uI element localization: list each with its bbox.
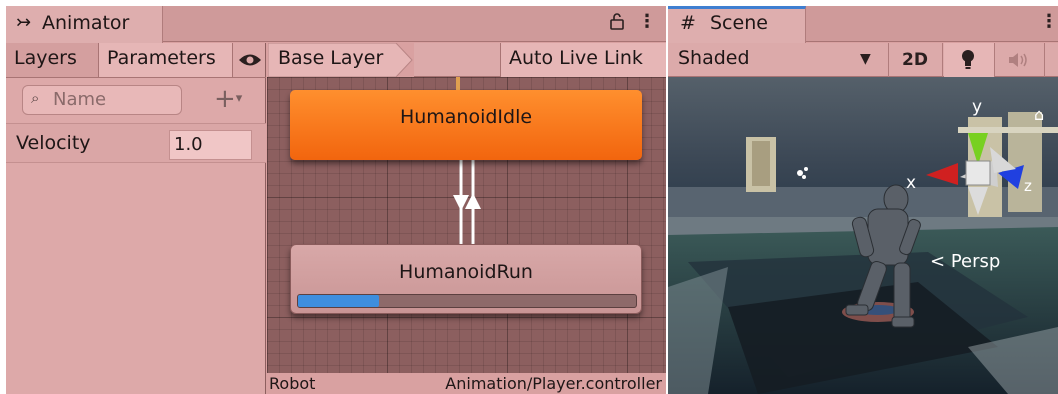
shading-mode-dropdown[interactable]: Shaded ▼ [668,43,884,77]
tab-parameters[interactable]: Parameters [99,43,233,77]
chevron-down-icon: ▼ [860,51,871,67]
scene-tab-label: Scene [710,12,768,34]
parameter-name: Velocity [16,132,91,154]
parameter-row: Velocity 1.0 [6,123,266,163]
status-controller-path: Animation/Player.controller [445,374,662,393]
scene-render [668,112,1058,394]
gizmo-y-label: y [972,97,983,117]
parameters-panel: Layers Parameters ⌕ Name +▾ Velocity 1.0 [6,43,266,394]
toolbar-separator [942,43,943,77]
2d-label: 2D [902,50,928,70]
kebab-menu-icon[interactable]: ⋮ [1040,11,1058,32]
chevron-left-icon: < [930,251,946,272]
lock-icon[interactable] [610,12,624,35]
breadcrumb[interactable]: Base Layer [268,43,414,77]
state-progress-fill [298,295,379,307]
breadcrumb-label: Base Layer [278,47,384,69]
2d-toggle-button[interactable]: 2D [890,43,940,77]
speaker-icon [1009,53,1027,67]
toolbar-separator [1044,43,1045,77]
tab-layers[interactable]: Layers [6,43,99,77]
entry-transition-line [456,77,460,91]
kebab-menu-icon[interactable]: ⋮ [638,11,656,32]
gizmo-z-label: z [1024,177,1032,195]
gizmo-lock-icon[interactable]: ⌂ [1034,105,1044,124]
state-humanoid-run-label: HumanoidRun [399,261,533,283]
toolbar-separator [994,43,995,77]
scene-tab-bar: # Scene ⋮ [668,6,1058,43]
scene-tab[interactable]: # Scene [668,6,806,43]
gizmo-x-label: x [906,173,917,193]
projection-toggle[interactable]: < Persp [930,251,1000,272]
state-humanoid-idle[interactable]: HumanoidIdle [290,90,642,160]
search-input[interactable]: ⌕ Name [22,85,182,115]
tab-divider [6,77,266,78]
animator-icon: ↣ [16,12,32,33]
animator-tab-bar: ↣ Animator ⋮ [6,6,666,43]
tab-layers-label: Layers [14,47,77,69]
plus-icon: + [214,84,236,114]
state-humanoid-run[interactable]: HumanoidRun [290,244,642,314]
projection-label: Persp [950,251,1001,272]
animator-window: ↣ Animator ⋮ Layers Parameters ⌕ Name +▾… [6,6,666,394]
search-icon: ⌕ [31,89,40,107]
transition-arrows[interactable] [447,159,487,249]
status-object: Robot [269,374,316,393]
lightbulb-icon [962,50,974,69]
animator-tab[interactable]: ↣ Animator [6,6,163,43]
scene-toolbar: Shaded ▼ 2D [668,43,1058,77]
scene-window: # Scene ⋮ Shaded ▼ 2D y x z < Persp ⌂ [668,6,1058,394]
animator-tab-label: Animator [42,12,130,34]
state-progress-bar [297,294,637,308]
auto-live-link-label: Auto Live Link [509,47,643,69]
search-placeholder: Name [53,89,107,110]
parameter-value-field[interactable]: 1.0 [169,130,252,160]
status-bar: Robot Animation/Player.controller [267,373,666,394]
toolbar-separator [888,43,889,77]
toolbar-spacer [414,43,500,77]
scene-grid-icon: # [680,12,696,34]
scene-viewport[interactable]: y x z < Persp ⌂ [668,77,1058,394]
add-parameter-button[interactable]: +▾ [214,84,242,114]
tab-parameters-label: Parameters [107,47,216,69]
audio-toggle-button[interactable] [996,43,1042,77]
shading-mode-label: Shaded [678,47,750,69]
chevron-down-icon: ▾ [235,91,243,106]
auto-live-link-button[interactable]: Auto Live Link [500,43,666,77]
eye-icon[interactable] [234,43,266,77]
lighting-toggle-button[interactable] [944,43,994,77]
